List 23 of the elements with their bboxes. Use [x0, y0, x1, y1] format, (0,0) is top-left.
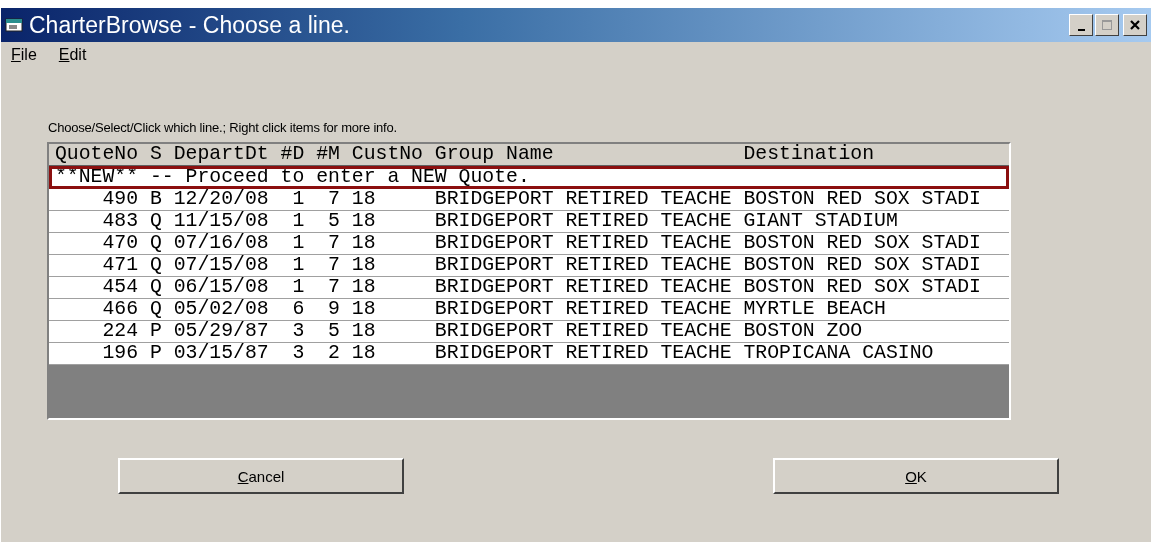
list-row[interactable]: 454 Q 06/15/08 1 7 18 BRIDGEPORT RETIRED TEACHE BOSTON RED SOX STADI [49, 277, 1009, 299]
menu-item[interactable]: Edit [58, 46, 87, 70]
list-row[interactable]: 490 B 12/20/08 1 7 18 BRIDGEPORT RETIRED TEACHE BOSTON RED SOX STADI [49, 189, 1009, 211]
quote-list[interactable] [47, 142, 1011, 420]
list-row[interactable]: 471 Q 07/15/08 1 7 18 BRIDGEPORT RETIRED TEACHE BOSTON RED SOX STADI [49, 255, 1009, 277]
instruction-text: Choose/Select/Click which line.; Right click items for more info. [48, 120, 398, 137]
close-button[interactable] [1123, 14, 1147, 36]
list-row[interactable]: 196 P 03/15/87 3 2 18 BRIDGEPORT RETIRED TEACHE TROPICANA CASINO [49, 343, 1009, 365]
list-row[interactable]: 470 Q 07/16/08 1 7 18 BRIDGEPORT RETIRED TEACHE BOSTON RED SOX STADI [49, 233, 1009, 255]
menu-item[interactable]: File [11, 46, 37, 70]
dialog-button[interactable]: Cancel [118, 458, 404, 494]
list-row[interactable]: 466 Q 05/02/08 6 9 18 BRIDGEPORT RETIRED TEACHE MYRTLE BEACH [49, 299, 1009, 321]
list-row[interactable]: 224 P 05/29/87 3 5 18 BRIDGEPORT RETIRED TEACHE BOSTON ZOO [49, 321, 1009, 343]
maximize-icon [1101, 19, 1113, 31]
window-icon [5, 17, 25, 33]
minimize-icon [1077, 29, 1085, 31]
dialog-button[interactable]: OK [773, 458, 1059, 494]
close-icon [1129, 19, 1141, 31]
list-row[interactable]: 483 Q 11/15/08 1 5 18 BRIDGEPORT RETIRED TEACHE GIANT STADIUM [49, 211, 1009, 233]
window-title: CharterBrowse - Choose a line. [29, 11, 350, 39]
list-header: QuoteNo S DepartDt #D #M CustNo Group Name Destination [49, 144, 1009, 166]
minimize-button[interactable] [1069, 14, 1093, 36]
maximize-button[interactable] [1095, 14, 1119, 36]
